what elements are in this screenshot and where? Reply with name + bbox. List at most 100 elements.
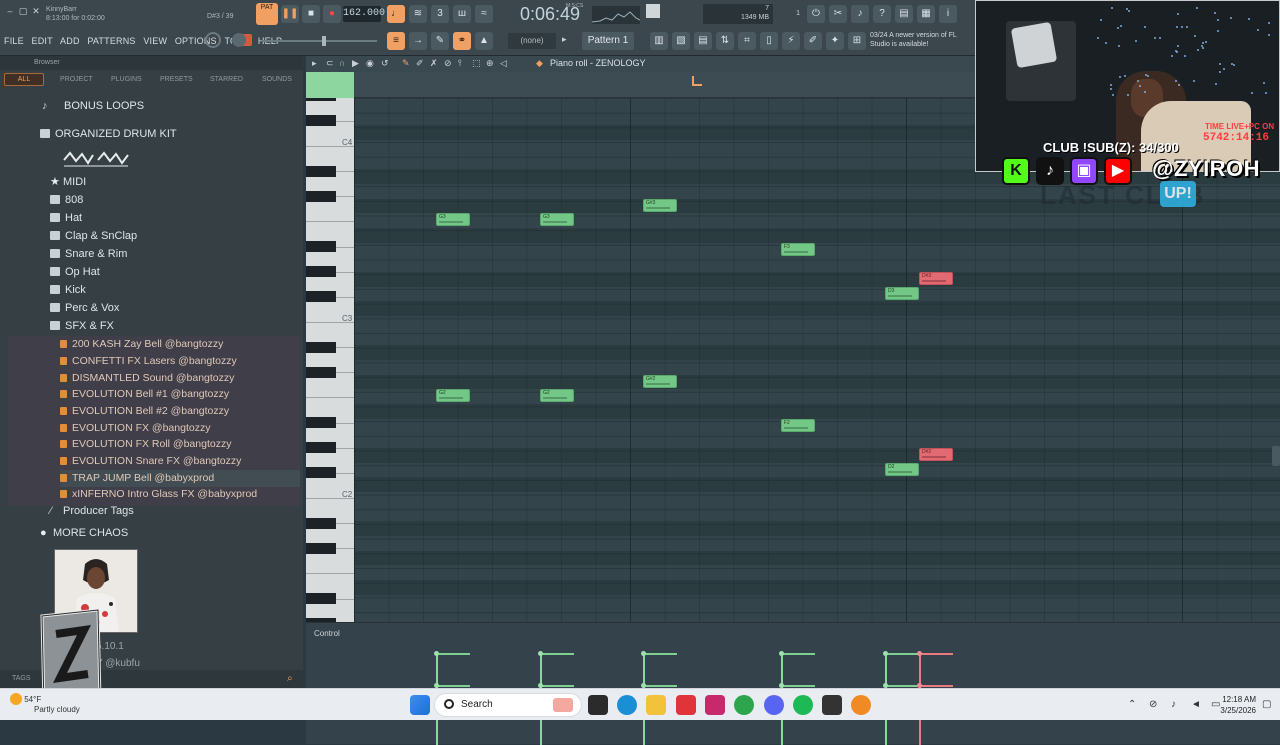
browser-item-808[interactable]: 808: [50, 192, 340, 209]
browser-item-sfx[interactable]: SFX & FX: [50, 318, 340, 335]
cart-icon[interactable]: ⊞: [848, 32, 866, 50]
tab-starred[interactable]: STARRED: [210, 76, 243, 83]
arrow-icon[interactable]: →: [409, 32, 427, 50]
acrobat-icon[interactable]: [676, 695, 696, 715]
plug-icon[interactable]: ⚡: [782, 32, 800, 50]
playback-tool-icon[interactable]: ◁: [500, 58, 507, 69]
stamp-icon[interactable]: ▲: [475, 32, 493, 50]
midi-note[interactable]: D3: [885, 286, 919, 300]
mic-tray-icon[interactable]: ♪: [1171, 699, 1176, 710]
note-color-swatch[interactable]: [306, 72, 354, 98]
browser-item-bonus-loops[interactable]: ♪ BONUS LOOPS: [42, 98, 332, 115]
pencil-tool-icon[interactable]: ✎: [431, 32, 449, 50]
info-icon[interactable]: i: [939, 5, 957, 23]
tempo-display[interactable]: 162.000: [343, 6, 385, 22]
search-tags-icon[interactable]: ⌕: [287, 673, 299, 685]
pat-song-toggle[interactable]: PAT: [256, 3, 278, 25]
delete-tool-icon[interactable]: ✗: [430, 58, 438, 69]
black-key[interactable]: [306, 241, 336, 253]
browser-item-producer-tags[interactable]: ⁄ Producer Tags: [50, 503, 340, 520]
black-key[interactable]: [306, 266, 336, 278]
tab-plugins[interactable]: PLUGINS: [111, 76, 142, 83]
browser-item-hat[interactable]: Hat: [50, 210, 340, 227]
magnet-icon[interactable]: ⊂: [326, 58, 334, 69]
help-icon[interactable]: ?: [873, 5, 891, 23]
black-key[interactable]: [306, 517, 336, 529]
browser-item-more-chaos[interactable]: ● MORE CHAOS: [40, 525, 330, 542]
piano-roll-icon[interactable]: ▧: [672, 32, 690, 50]
zoom-tool-icon[interactable]: ⊕: [486, 58, 494, 69]
midi-note[interactable]: D2: [885, 462, 919, 476]
tray-chevron-icon[interactable]: ⌃: [1128, 699, 1136, 710]
discord-icon[interactable]: [764, 695, 784, 715]
velocity-handle[interactable]: [538, 651, 543, 656]
midi-note[interactable]: F2: [781, 418, 815, 432]
browser-item-midi[interactable]: ★ MIDI: [50, 174, 340, 191]
black-key[interactable]: [306, 442, 336, 454]
select-tool-icon[interactable]: ⬚: [472, 58, 481, 69]
menu-arrow-icon[interactable]: ▸: [312, 58, 317, 69]
notification-icon[interactable]: ▢: [1262, 699, 1271, 710]
network-off-icon[interactable]: ⊘: [1149, 699, 1157, 710]
pattern-arrow-icon[interactable]: ▸: [562, 34, 567, 45]
wand-icon[interactable]: ✦: [826, 32, 844, 50]
step-edit-icon[interactable]: ш: [453, 5, 471, 23]
midi-note[interactable]: G#2: [643, 374, 677, 388]
minimize-icon[interactable]: –: [5, 6, 15, 16]
channel-rack-icon[interactable]: ▥: [650, 32, 668, 50]
velocity-handle[interactable]: [917, 651, 922, 656]
velocity-handle[interactable]: [883, 651, 888, 656]
close-icon[interactable]: ✕: [31, 6, 41, 16]
mute-tool-icon[interactable]: ⊘: [444, 58, 452, 69]
black-key[interactable]: [306, 467, 336, 479]
file-item-selected[interactable]: TRAP JUMP Bell @babyxprod: [60, 470, 300, 487]
velocity-handle[interactable]: [434, 651, 439, 656]
spotify-icon[interactable]: [793, 695, 813, 715]
update-notice[interactable]: 03/24 A newer version of FL Studio is av…: [870, 31, 970, 53]
cursor-app-icon[interactable]: [822, 695, 842, 715]
chrome-icon[interactable]: [734, 695, 754, 715]
black-key[interactable]: [306, 190, 336, 202]
menu-view[interactable]: VIEW: [143, 36, 167, 46]
midi-note[interactable]: D#2: [919, 448, 953, 462]
browser-item-organized-drum-kit[interactable]: ORGANIZED DRUM KIT: [40, 126, 330, 143]
record-loop-icon[interactable]: ◉: [366, 58, 374, 69]
playhead-marker[interactable]: [692, 76, 702, 86]
plugins-icon[interactable]: ▦: [917, 5, 935, 23]
browser-item-op-hat[interactable]: Op Hat: [50, 264, 340, 281]
midi-note[interactable]: G3: [540, 213, 574, 227]
hierarchy-icon[interactable]: ⌗: [738, 32, 756, 50]
menu-file[interactable]: FILE: [4, 36, 24, 46]
windows-start-icon[interactable]: [410, 695, 430, 715]
draw-tool-icon[interactable]: ✎: [402, 58, 410, 69]
fl-studio-icon[interactable]: [851, 695, 871, 715]
metronome-icon[interactable]: ♩: [387, 5, 405, 23]
search-box[interactable]: Search: [434, 693, 582, 717]
mic-icon[interactable]: ♪: [851, 5, 869, 23]
tools-icon[interactable]: ✂: [829, 5, 847, 23]
pause-icon[interactable]: ❚❚: [281, 5, 299, 23]
browser-item-perc[interactable]: Perc & Vox: [50, 300, 340, 317]
tab-sounds[interactable]: SOUNDS: [262, 76, 292, 83]
midi-note[interactable]: F3: [781, 242, 815, 256]
undo-icon[interactable]: ↺: [381, 58, 389, 69]
wait-icon[interactable]: ≋: [409, 5, 427, 23]
black-key[interactable]: [306, 98, 336, 102]
velocity-control-panel[interactable]: Control: [306, 622, 1280, 745]
piano-keyboard[interactable]: C4 C3 C2: [306, 98, 354, 622]
file-icon[interactable]: ▯: [760, 32, 778, 50]
instrument-icon[interactable]: ◆: [536, 58, 543, 69]
black-key[interactable]: [306, 115, 336, 127]
black-key[interactable]: [306, 165, 336, 177]
system-clock[interactable]: 12:18 AM 3/25/2026: [1196, 694, 1256, 716]
browser-item-kick[interactable]: Kick: [50, 282, 340, 299]
loop-record-icon[interactable]: ≈: [475, 5, 493, 23]
record-icon[interactable]: ●: [323, 5, 341, 23]
menu-add[interactable]: ADD: [60, 36, 80, 46]
snap-icon[interactable]: ∩: [339, 58, 345, 68]
brush-icon[interactable]: ✐: [804, 32, 822, 50]
power-icon[interactable]: ⏻: [807, 5, 825, 23]
snap-select[interactable]: (none): [508, 33, 556, 49]
horizontal-resize-handle[interactable]: [1272, 446, 1280, 466]
mixer-icon[interactable]: ▤: [694, 32, 712, 50]
